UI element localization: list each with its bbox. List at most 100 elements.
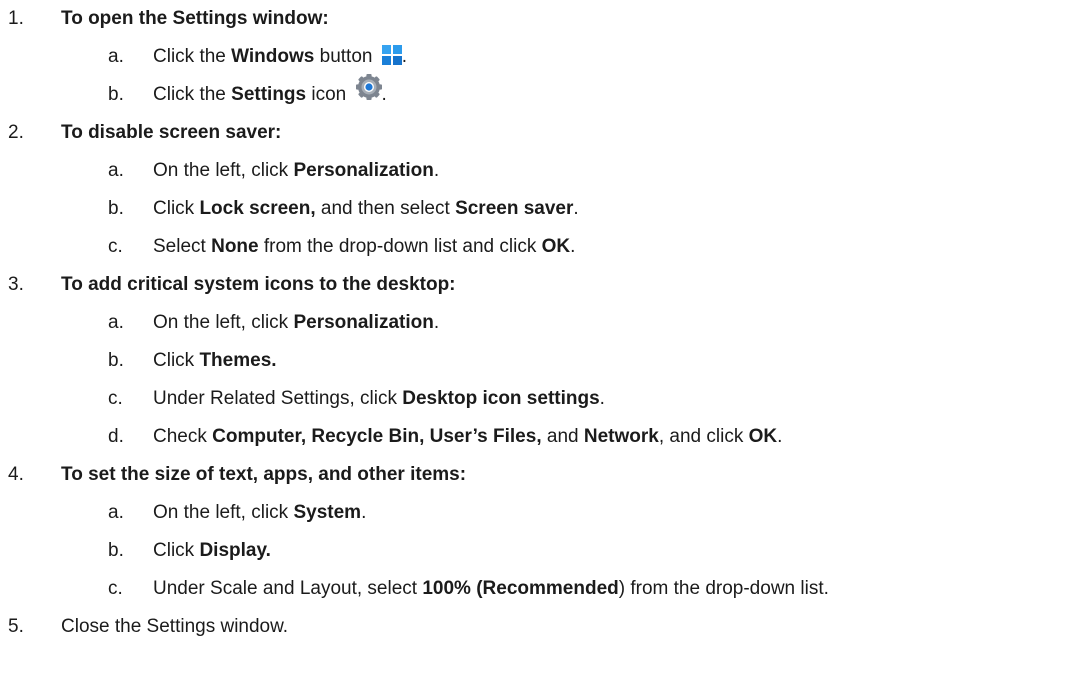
text-run: Click the — [153, 46, 232, 67]
text-run: . — [777, 426, 783, 447]
text-run: On the left, click — [153, 160, 294, 181]
text-run: Click the — [153, 84, 232, 105]
emphasis: 100% (Recommended — [422, 578, 619, 599]
windows-logo-icon — [381, 44, 402, 65]
substep-letter: c. — [108, 388, 123, 409]
substep-letter: a. — [108, 312, 124, 333]
step-heading: 5. Close the Settings window. — [0, 608, 1073, 646]
emphasis: Computer, Recycle Bin, User’s Files, — [212, 426, 542, 447]
substep-text: Check Computer, Recycle Bin, User’s File… — [153, 418, 782, 456]
step-heading: 1. To open the Settings window: — [0, 0, 1073, 38]
step-heading: 4. To set the size of text, apps, and ot… — [0, 456, 1073, 494]
text-run: Select — [153, 236, 212, 257]
text-run: Click — [153, 540, 200, 561]
step-1: 1. To open the Settings window: a. Click… — [0, 0, 1073, 114]
instructions-document: 1. To open the Settings window: a. Click… — [0, 0, 1073, 683]
substep-text: Under Scale and Layout, select 100% (Rec… — [153, 570, 829, 608]
substep: c. Under Related Settings, click Desktop… — [0, 380, 1073, 418]
text-run: icon — [306, 84, 352, 105]
substep-letter: b. — [108, 84, 124, 105]
emphasis: Themes. — [199, 350, 277, 371]
step-4: 4. To set the size of text, apps, and ot… — [0, 456, 1073, 608]
step-number: 4. — [8, 464, 24, 485]
text-run: . — [573, 198, 579, 219]
step-heading: 2. To disable screen saver: — [0, 114, 1073, 152]
emphasis: Settings — [231, 84, 307, 105]
step-title: To set the size of text, apps, and other… — [61, 464, 467, 485]
settings-gear-icon — [355, 73, 382, 100]
emphasis: Windows — [231, 46, 315, 67]
substep-text: Select None from the drop-down list and … — [153, 228, 575, 266]
text-run: . — [433, 312, 440, 333]
text-run: On the left, click — [153, 502, 294, 523]
emphasis: Personalization — [293, 160, 434, 181]
step-number: 5. — [8, 616, 24, 637]
emphasis: Lock screen, — [199, 198, 316, 219]
text-run: and — [541, 426, 584, 447]
substep: b. Click Lock screen, and then select Sc… — [0, 190, 1073, 228]
text-run: and then select — [315, 198, 456, 219]
substep: b. Click the Settings icon . — [0, 73, 1073, 114]
step-3: 3. To add critical system icons to the d… — [0, 266, 1073, 456]
text-run: On the left, click — [153, 312, 294, 333]
substep-letter: c. — [108, 578, 123, 599]
step-number: 1. — [8, 8, 24, 29]
step-5: 5. Close the Settings window. — [0, 608, 1073, 646]
substep-letter: a. — [108, 502, 124, 523]
text-run: ) from the drop-down list. — [618, 578, 829, 599]
substep: d. Check Computer, Recycle Bin, User’s F… — [0, 418, 1073, 456]
substep-text: Click the Windows button . — [153, 38, 407, 76]
substep-text: Under Related Settings, click Desktop ic… — [153, 380, 605, 418]
text-run: . — [361, 502, 367, 523]
text-run: , and click — [658, 426, 749, 447]
step-number: 2. — [8, 122, 24, 143]
step-title: To disable screen saver: — [61, 122, 282, 143]
substep: c. Under Scale and Layout, select 100% (… — [0, 570, 1073, 608]
substep: a. On the left, click System. — [0, 494, 1073, 532]
substep-letter: b. — [108, 198, 124, 219]
text-run: Under Related Settings, click — [153, 388, 403, 409]
substep-text: On the left, click Personalization. — [153, 304, 439, 342]
text-run: button — [314, 46, 378, 67]
emphasis: None — [211, 236, 259, 257]
substep-letter: b. — [108, 350, 124, 371]
emphasis: OK — [541, 236, 571, 257]
substep: a. Click the Windows button . — [0, 38, 1073, 76]
substep-letter: a. — [108, 46, 124, 67]
text-run: . — [433, 160, 440, 181]
emphasis: Network — [583, 426, 659, 447]
substep-text: On the left, click Personalization. — [153, 152, 439, 190]
substep: a. On the left, click Personalization. — [0, 152, 1073, 190]
step-title: Close the Settings window. — [61, 616, 289, 637]
text-run: . — [570, 236, 576, 257]
step-number: 3. — [8, 274, 24, 295]
step-title: To add critical system icons to the desk… — [61, 274, 456, 295]
substep: a. On the left, click Personalization. — [0, 304, 1073, 342]
substep-text: Click Lock screen, and then select Scree… — [153, 190, 579, 228]
emphasis: System — [293, 502, 362, 523]
step-2: 2. To disable screen saver: a. On the le… — [0, 114, 1073, 266]
text-run: from the drop-down list and click — [258, 236, 542, 257]
text-run: . — [599, 388, 605, 409]
substep-text: Click Display. — [153, 532, 271, 570]
substep-letter: c. — [108, 236, 123, 257]
text-run: Click — [153, 198, 200, 219]
substep-letter: d. — [108, 426, 124, 447]
substep: b. Click Display. — [0, 532, 1073, 570]
substep-text: Click Themes. — [153, 342, 277, 380]
substep-letter: a. — [108, 160, 124, 181]
emphasis: Screen saver — [455, 198, 574, 219]
text-run: Check — [153, 426, 213, 447]
step-heading: 3. To add critical system icons to the d… — [0, 266, 1073, 304]
substep: c. Select None from the drop-down list a… — [0, 228, 1073, 266]
text-run: . — [381, 84, 387, 105]
substep: b. Click Themes. — [0, 342, 1073, 380]
emphasis: Personalization — [293, 312, 434, 333]
text-run: Click — [153, 350, 200, 371]
substep-text: On the left, click System. — [153, 494, 366, 532]
substep-text: Click the Settings icon . — [153, 73, 387, 114]
substep-letter: b. — [108, 540, 124, 561]
text-run: Under Scale and Layout, select — [153, 578, 423, 599]
emphasis: Desktop icon settings — [402, 388, 600, 409]
step-title: To open the Settings window: — [61, 8, 329, 29]
